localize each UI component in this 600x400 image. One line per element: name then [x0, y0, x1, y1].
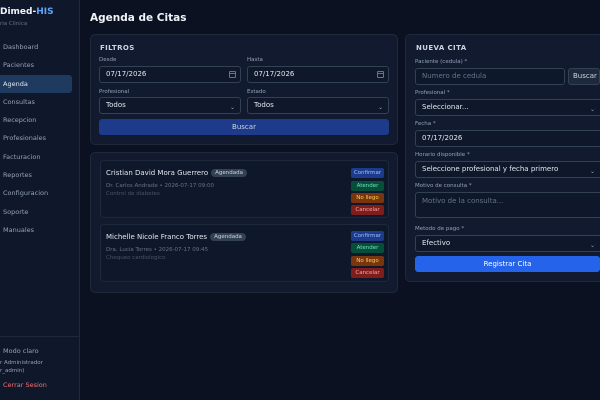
no-show-button[interactable]: No llego — [351, 193, 384, 203]
appointment-meta: Dr. Carlos Andrade • 2026-07-17 09:00 — [106, 183, 215, 189]
professional-label: Profesional * — [415, 90, 450, 96]
reason-textarea[interactable]: Motivo de la consulta... — [415, 192, 600, 218]
reason-label: Motivo de consulta * — [415, 183, 472, 189]
user-handle: r_admin) — [0, 368, 25, 374]
schedule-select[interactable]: Seleccione profesional y fecha primero ⌄ — [415, 161, 600, 178]
to-date-value: 07/17/2026 — [254, 70, 295, 78]
sidebar-item-configuracion[interactable]: Configuracion — [0, 184, 79, 202]
appointment-meta: Dra. Lucia Torres • 2026-07-17 09:45 — [106, 247, 209, 253]
payment-label: Metodo de pago * — [415, 226, 465, 232]
status-filter-value: Todos — [254, 101, 274, 109]
appointment-card: Cristian David Mora Guerrero Agendada Dr.… — [100, 160, 389, 218]
sidebar: Dimed-HIS ria Clinica Dashboard Paciente… — [0, 0, 80, 400]
schedule-value: Seleccione profesional y fecha primero — [422, 165, 559, 173]
patient-id-label: Paciente (cedula) * — [415, 59, 468, 65]
from-date-label: Desde — [99, 57, 117, 63]
chevron-down-icon: ⌄ — [589, 168, 595, 175]
chevron-down-icon: ⌄ — [229, 104, 235, 111]
sidebar-nav: Dashboard Pacientes Agenda Consultas Rec… — [0, 38, 79, 239]
attend-button[interactable]: Atender — [351, 243, 384, 253]
page-title: Agenda de Citas — [90, 12, 187, 24]
from-date-input[interactable]: 07/17/2026 — [99, 66, 241, 83]
to-date-label: Hasta — [247, 57, 263, 63]
sidebar-item-pacientes[interactable]: Pacientes — [0, 56, 79, 74]
patient-name-text: Michelle Nicole Franco Torres — [106, 233, 208, 241]
brand-logo[interactable]: Dimed-HIS — [0, 7, 54, 17]
brand-subtitle: ria Clinica — [0, 21, 28, 27]
professional-filter-select[interactable]: Todos ⌄ — [99, 97, 241, 114]
payment-select[interactable]: Efectivo ⌄ — [415, 235, 600, 252]
theme-toggle[interactable]: Modo claro — [3, 347, 39, 355]
sidebar-item-facturacion[interactable]: Facturacion — [0, 148, 79, 166]
logout-button[interactable]: Cerrar Sesion — [3, 381, 47, 389]
patient-search-button[interactable]: Buscar — [568, 68, 600, 85]
appointment-reason: Control de diabetes — [106, 191, 160, 197]
attend-button[interactable]: Atender — [351, 181, 384, 191]
professional-select[interactable]: Seleccionar... ⌄ — [415, 99, 600, 116]
brand-highlight: HIS — [36, 7, 54, 17]
sidebar-item-profesionales[interactable]: Profesionales — [0, 129, 79, 147]
patient-name: Michelle Nicole Franco Torres Agendada — [106, 233, 246, 241]
professional-value: Seleccionar... — [422, 103, 469, 111]
sidebar-item-manuales[interactable]: Manuales — [0, 221, 79, 239]
confirm-button[interactable]: Confirmar — [351, 168, 384, 178]
sidebar-item-reportes[interactable]: Reportes — [0, 166, 79, 184]
chevron-down-icon: ⌄ — [589, 106, 595, 113]
date-input[interactable]: 07/17/2026 — [415, 130, 600, 147]
patient-name-text: Cristian David Mora Guerrero — [106, 169, 209, 177]
status-filter-label: Estado — [247, 89, 266, 95]
chevron-down-icon: ⌄ — [377, 104, 383, 111]
sidebar-item-dashboard[interactable]: Dashboard — [0, 38, 79, 56]
calendar-icon[interactable] — [229, 71, 236, 78]
patient-id-input[interactable]: Numero de cedula — [415, 68, 565, 85]
confirm-button[interactable]: Confirmar — [351, 231, 384, 241]
date-value: 07/17/2026 — [422, 134, 463, 142]
cancel-button[interactable]: Cancelar — [351, 205, 384, 215]
sidebar-footer: Modo claro r Administrador r_admin) Cerr… — [0, 336, 79, 389]
status-badge: Agendada — [211, 169, 247, 177]
schedule-label: Horario disponible * — [415, 152, 470, 158]
brand-name: Dimed- — [0, 7, 37, 17]
search-button[interactable]: Buscar — [99, 119, 389, 135]
sidebar-item-recepcion[interactable]: Recepcion — [0, 111, 79, 129]
chevron-down-icon: ⌄ — [589, 242, 595, 249]
new-appointment-title: NUEVA CITA — [416, 44, 467, 52]
user-name: r Administrador — [0, 360, 43, 366]
appointment-reason: Chequeo cardiologico — [106, 255, 166, 261]
sidebar-item-consultas[interactable]: Consultas — [0, 93, 79, 111]
to-date-input[interactable]: 07/17/2026 — [247, 66, 389, 83]
sidebar-item-agenda[interactable]: Agenda — [0, 74, 72, 93]
payment-value: Efectivo — [422, 239, 451, 247]
professional-filter-label: Profesional — [99, 89, 130, 95]
professional-filter-value: Todos — [106, 101, 126, 109]
no-show-button[interactable]: No llego — [351, 256, 384, 266]
filters-title: FILTROS — [100, 44, 135, 52]
calendar-icon[interactable] — [377, 71, 384, 78]
date-label: Fecha * — [415, 121, 436, 127]
from-date-value: 07/17/2026 — [106, 70, 147, 78]
cancel-button[interactable]: Cancelar — [351, 268, 384, 278]
sidebar-item-soporte[interactable]: Soporte — [0, 203, 79, 221]
register-appointment-button[interactable]: Registrar Cita — [415, 256, 600, 272]
patient-name: Cristian David Mora Guerrero Agendada — [106, 169, 247, 177]
status-filter-select[interactable]: Todos ⌄ — [247, 97, 389, 114]
status-badge: Agendada — [210, 233, 246, 241]
appointment-card: Michelle Nicole Franco Torres Agendada Dr… — [100, 224, 389, 282]
